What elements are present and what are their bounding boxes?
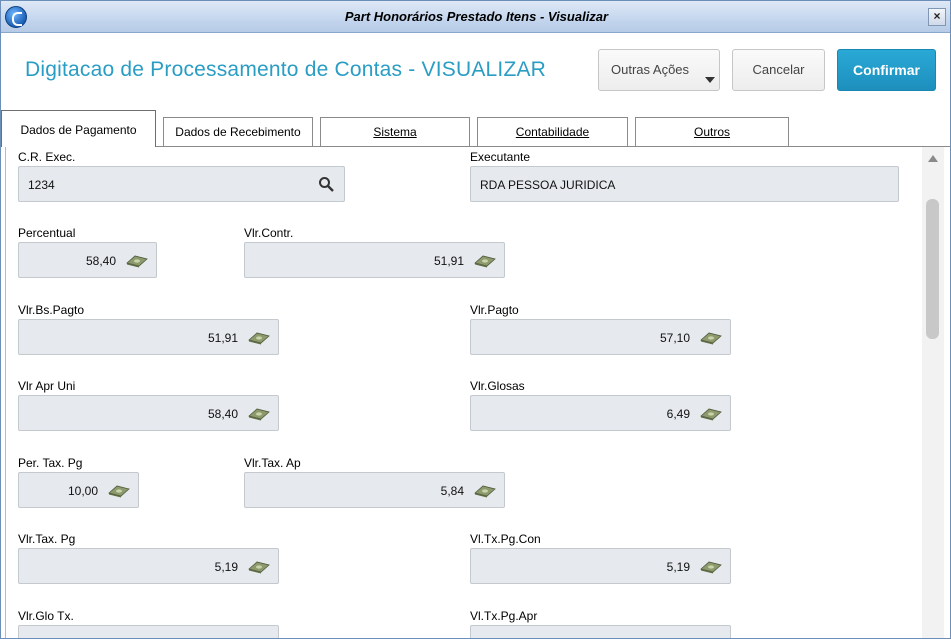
tab-sistema[interactable]: Sistema	[320, 117, 470, 147]
vlr-bs-pagto-value: 51,91	[207, 331, 238, 345]
vlr-glosas-field[interactable]: 6,49	[470, 395, 731, 431]
money-icon	[248, 561, 270, 574]
vlr-tax-ap-value: 5,84	[440, 484, 464, 498]
tab-bar: Dados de Pagamento Dados de Recebimento …	[1, 109, 950, 147]
per-tax-pg-label: Per. Tax. Pg	[18, 456, 83, 470]
vlr-tax-ap-label: Vlr.Tax. Ap	[244, 456, 301, 470]
money-icon	[700, 561, 722, 574]
money-icon	[248, 408, 270, 421]
chevron-down-icon	[705, 77, 715, 83]
scroll-up-arrow-icon[interactable]	[928, 155, 938, 162]
money-icon	[108, 485, 130, 498]
vlr-tax-pg-field[interactable]: 5,19	[18, 548, 279, 584]
money-icon	[126, 255, 148, 268]
vlr-contr-value: 51,91	[433, 254, 464, 268]
executante-label: Executante	[470, 150, 531, 164]
vl-tx-pg-con-label: Vl.Tx.Pg.Con	[470, 532, 541, 546]
money-icon	[700, 332, 722, 345]
vlr-pagto-field[interactable]: 57,10	[470, 319, 731, 355]
outras-acoes-label: Outras Ações	[611, 62, 690, 77]
confirm-button[interactable]: Confirmar	[837, 49, 936, 91]
cr-exec-label: C.R. Exec.	[18, 150, 76, 164]
vlr-tax-ap-field[interactable]: 5,84	[244, 472, 505, 508]
money-icon	[474, 485, 496, 498]
vl-tx-pg-con-field[interactable]: 5,19	[470, 548, 731, 584]
tab-label: Dados de Pagamento	[20, 123, 137, 137]
vlr-tax-pg-label: Vlr.Tax. Pg	[18, 532, 76, 546]
vlr-glosas-label: Vlr.Glosas	[470, 379, 525, 393]
tab-label: Outros	[693, 125, 730, 139]
scroll-thumb[interactable]	[926, 199, 939, 339]
vl-tx-pg-apr-label: Vl.Tx.Pg.Apr	[470, 609, 538, 623]
tab-label: Contabilidade	[515, 125, 590, 139]
executante-value: RDA PESSOA JURIDICA	[480, 178, 616, 192]
tab-dados-de-pagamento[interactable]: Dados de Pagamento	[1, 110, 156, 147]
executante-field[interactable]: RDA PESSOA JURIDICA	[470, 166, 899, 202]
percentual-value: 58,40	[85, 254, 116, 268]
tab-contabilidade[interactable]: Contabilidade	[477, 117, 628, 147]
vlr-bs-pagto-label: Vlr.Bs.Pagto	[18, 303, 85, 317]
tab-label: Dados de Recebimento	[175, 125, 301, 139]
percentual-label: Percentual	[18, 226, 76, 240]
vlr-glo-tx-field[interactable]	[18, 625, 279, 638]
vlr-apr-uni-value: 58,40	[207, 407, 238, 421]
vlr-apr-uni-label: Vlr Apr Uni	[18, 379, 76, 393]
money-icon	[474, 255, 496, 268]
window-title: Part Honorários Prestado Itens - Visuali…	[344, 9, 609, 24]
cr-exec-value: 1234	[28, 178, 55, 192]
close-icon[interactable]: ×	[928, 8, 946, 26]
per-tax-pg-field[interactable]: 10,00	[18, 472, 139, 508]
page-title: Digitacao de Processamento de Contas - V…	[25, 58, 547, 81]
vertical-scrollbar[interactable]	[922, 147, 944, 638]
vlr-pagto-value: 57,10	[659, 331, 690, 345]
search-icon[interactable]	[318, 176, 334, 192]
cancel-button[interactable]: Cancelar	[732, 49, 825, 91]
title-bar: Part Honorários Prestado Itens - Visuali…	[1, 1, 950, 33]
vlr-pagto-label: Vlr.Pagto	[470, 303, 519, 317]
vlr-glosas-value: 6,49	[666, 407, 690, 421]
outras-acoes-button[interactable]: Outras Ações	[598, 49, 720, 91]
vlr-apr-uni-field[interactable]: 58,40	[18, 395, 279, 431]
tab-outros[interactable]: Outros	[635, 117, 789, 147]
dialog-window: Part Honorários Prestado Itens - Visuali…	[0, 0, 951, 639]
vlr-contr-field[interactable]: 51,91	[244, 242, 505, 278]
percentual-field[interactable]: 58,40	[18, 242, 157, 278]
vlr-bs-pagto-field[interactable]: 51,91	[18, 319, 279, 355]
form-content: C.R. Exec. 1234 Executante RDA PESSOA JU…	[5, 147, 948, 638]
vl-tx-pg-con-value: 5,19	[666, 560, 690, 574]
vlr-tax-pg-value: 5,19	[214, 560, 238, 574]
money-icon	[248, 332, 270, 345]
per-tax-pg-value: 10,00	[67, 484, 98, 498]
cr-exec-field[interactable]: 1234	[18, 166, 345, 202]
vl-tx-pg-apr-field[interactable]	[470, 625, 731, 638]
tab-label: Sistema	[373, 125, 417, 139]
vlr-contr-label: Vlr.Contr.	[244, 226, 294, 240]
money-icon	[700, 408, 722, 421]
vlr-glo-tx-label: Vlr.Glo Tx.	[18, 609, 74, 623]
tab-dados-de-recebimento[interactable]: Dados de Recebimento	[163, 117, 313, 147]
